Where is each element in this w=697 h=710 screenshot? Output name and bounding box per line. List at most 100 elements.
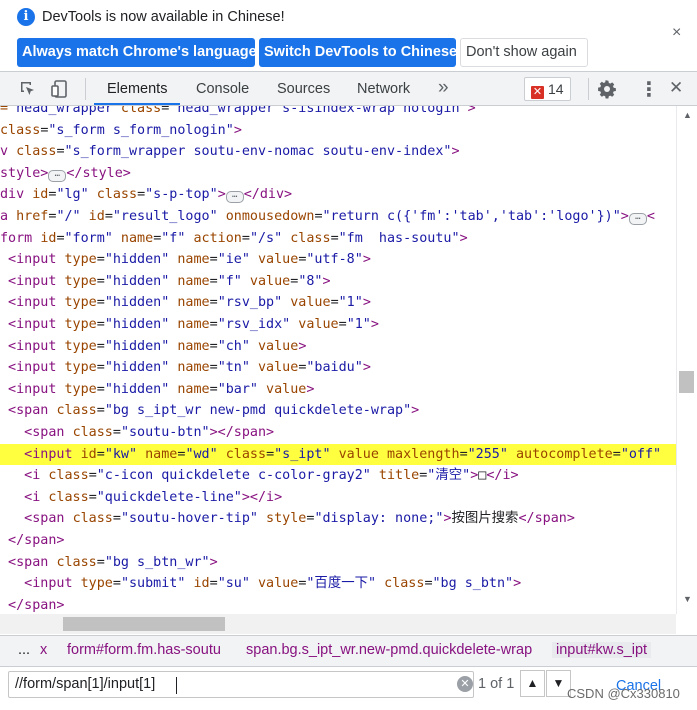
code-token: </span>: [0, 597, 65, 613]
code-token: form: [0, 230, 41, 246]
match-count: 1 of 1: [478, 676, 515, 692]
code-token: >: [459, 230, 468, 246]
dom-node-line[interactable]: <span class="bg s_ipt_wr new-pmd quickde…: [0, 400, 676, 422]
dom-node-line[interactable]: <input type="hidden" name="f" value="8">: [0, 271, 676, 293]
code-token: type: [80, 576, 113, 592]
code-token: "rsv_bp": [217, 295, 283, 311]
code-token: "head_wrapper s-isindex-wrap nologin": [169, 106, 468, 116]
always-match-language-button[interactable]: Always match Chrome's language: [17, 38, 257, 67]
code-token: "bar": [217, 381, 258, 397]
dom-node-line[interactable]: <input type="hidden" name="ie" value="ut…: [0, 249, 676, 271]
dom-node-line[interactable]: class="s_form s_form_nologin">: [0, 120, 676, 142]
code-token: >: [513, 576, 522, 592]
code-token: "return c({'fm':'tab','tab':'logo'})": [322, 209, 621, 224]
previous-match-button[interactable]: ▲: [520, 670, 545, 697]
dom-node-line[interactable]: <span class="bg s_btn_wr">: [0, 552, 676, 574]
code-token: "bg s_btn_wr": [104, 554, 210, 570]
code-token: class: [56, 554, 97, 570]
code-token: >: [451, 144, 460, 160]
horizontal-scroll-thumb[interactable]: [63, 617, 225, 631]
breadcrumb-more[interactable]: ...: [18, 642, 30, 658]
more-tabs-icon[interactable]: »: [438, 77, 449, 99]
dom-node-line[interactable]: <input type="hidden" name="rsv_idx" valu…: [0, 314, 676, 336]
clear-search-icon[interactable]: ✕: [457, 676, 473, 692]
code-token: name: [169, 317, 210, 332]
more-options-kebab-icon[interactable]: ⋮: [639, 77, 659, 102]
dom-node-line[interactable]: </span>: [0, 595, 676, 614]
scroll-up-arrow-icon[interactable]: ▲: [683, 110, 692, 120]
vertical-scroll-thumb[interactable]: [679, 371, 694, 393]
code-token: >: [370, 317, 379, 332]
inspect-element-icon[interactable]: [18, 79, 38, 99]
device-toolbar-icon[interactable]: [50, 79, 70, 99]
dom-node-line[interactable]: <input type="submit" id="su" value="百度一下…: [0, 573, 676, 595]
breadcrumb-item-selected[interactable]: input#kw.s_ipt: [552, 642, 652, 658]
code-token: id: [32, 187, 49, 203]
code-token: "tn": [217, 360, 250, 376]
expand-ellipsis-icon[interactable]: …: [48, 169, 67, 182]
code-token: "quickdelete-line": [96, 489, 242, 505]
xpath-search-input[interactable]: //form/span[1]/input[1] ✕: [8, 671, 474, 698]
dom-node-line[interactable]: <span class="soutu-hover-tip" style="dis…: [0, 508, 676, 530]
code-token: =: [96, 360, 105, 376]
dom-node-line[interactable]: <span class="soutu-btn"></span>: [0, 422, 676, 444]
settings-gear-icon[interactable]: [597, 79, 617, 99]
dom-node-line[interactable]: style>… </style>: [0, 163, 676, 185]
scroll-down-arrow-icon[interactable]: ▼: [683, 594, 692, 604]
code-token: "255": [467, 446, 508, 462]
dom-node-line[interactable]: <input type="hidden" name="bar" value>: [0, 379, 676, 401]
close-devtools-icon[interactable]: ✕: [669, 78, 683, 98]
dom-node-line[interactable]: <input type="hidden" name="rsv_bp" value…: [0, 292, 676, 314]
code-token: =: [266, 446, 275, 462]
dont-show-again-button[interactable]: Don't show again: [460, 38, 588, 67]
tab-network[interactable]: Network: [357, 81, 410, 97]
dom-node-line[interactable]: </span>: [0, 530, 676, 552]
code-token: <input: [0, 381, 65, 397]
dom-node-line[interactable]: <i class="c-icon quickdelete c-color-gra…: [0, 465, 676, 487]
code-token: id: [185, 576, 210, 592]
dom-node-line[interactable]: <input type="hidden" name="ch" value>: [0, 336, 676, 358]
close-icon[interactable]: ×: [672, 24, 681, 42]
dom-node-line[interactable]: form id="form" name="f" action="/s" clas…: [0, 228, 676, 250]
code-token: =: [88, 468, 97, 484]
dom-node-line[interactable]: a href="/" id="result_logo" onmousedown=…: [0, 206, 676, 228]
expand-ellipsis-icon[interactable]: …: [225, 191, 244, 204]
switch-to-chinese-button[interactable]: Switch DevTools to Chinese: [259, 38, 457, 67]
breadcrumb-item[interactable]: x: [40, 642, 47, 658]
code-token: "hidden": [104, 360, 170, 376]
code-token: <span: [0, 511, 73, 527]
dom-node-selected[interactable]: <input id="kw" name="wd" class="s_ipt" v…: [0, 443, 676, 466]
dom-search-bar: //form/span[1]/input[1] ✕ 1 of 1 ▲ ▼ Can…: [0, 666, 697, 710]
code-token: "rsv_idx": [217, 317, 291, 332]
code-token: autocomplete: [507, 446, 613, 462]
tab-elements[interactable]: Elements: [107, 81, 167, 97]
breadcrumb-item[interactable]: span.bg.s_ipt_wr.new-pmd.quickdelete-wra…: [246, 642, 532, 658]
dom-node-line[interactable]: div id="lg" class="s-p-top">… </div>: [0, 184, 676, 206]
elements-dom-tree[interactable]: = head_wrapper class="head_wrapper s-isi…: [0, 106, 676, 614]
search-input-value[interactable]: //form/span[1]/input[1]: [15, 676, 155, 692]
expand-ellipsis-icon[interactable]: …: [628, 213, 647, 225]
dom-node-line[interactable]: <i class="quickdelete-line"></i>: [0, 487, 676, 509]
code-token: =: [209, 338, 218, 354]
dom-node-line[interactable]: <input type="hidden" name="tn" value="ba…: [0, 357, 676, 379]
vertical-scrollbar[interactable]: ▲ ▼: [676, 106, 697, 614]
code-token: "kw": [104, 446, 138, 462]
code-token: "s_ipt": [274, 446, 331, 462]
code-token: "lg": [56, 187, 89, 203]
code-token: value: [249, 338, 299, 354]
horizontal-scrollbar[interactable]: [0, 614, 676, 634]
tab-console[interactable]: Console: [196, 81, 249, 97]
dom-node-line[interactable]: = head_wrapper class="head_wrapper s-isi…: [0, 106, 676, 120]
code-token: </span>: [518, 511, 575, 527]
code-token: =: [96, 446, 105, 462]
code-token: "bg s_ipt_wr new-pmd quickdelete-wrap": [104, 403, 412, 419]
tab-sources[interactable]: Sources: [277, 81, 330, 97]
code-token: "8": [298, 273, 323, 289]
error-counter[interactable]: ✕ 14: [524, 77, 571, 101]
code-token: type: [64, 317, 97, 332]
breadcrumb-item[interactable]: form#form.fm.has-soutu: [67, 642, 221, 658]
code-token: id: [40, 230, 57, 246]
code-token: value: [290, 317, 339, 332]
code-token: <span: [0, 403, 57, 419]
dom-node-line[interactable]: v class="s_form_wrapper soutu-env-nomac …: [0, 141, 676, 163]
